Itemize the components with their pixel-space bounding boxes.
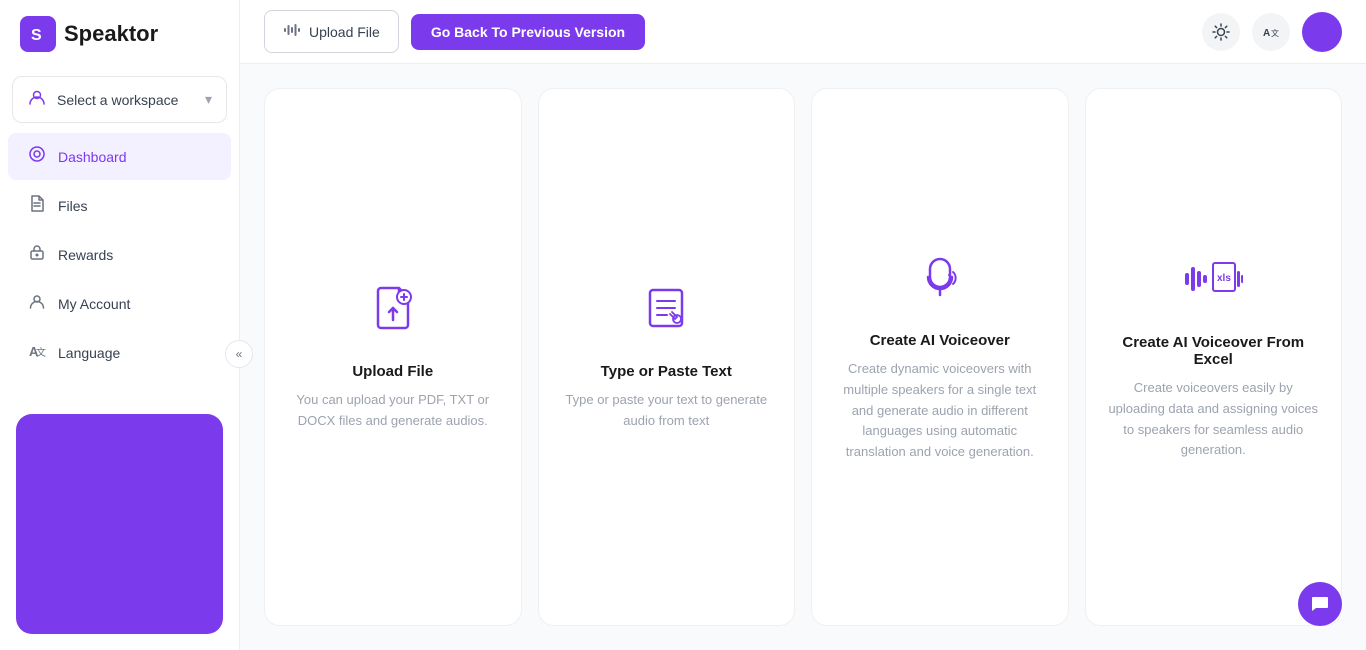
- workspace-chevron: ▾: [205, 91, 212, 108]
- type-paste-card-icon: [640, 282, 692, 343]
- upload-waveform-icon: [283, 21, 301, 42]
- ai-voiceover-card-desc: Create dynamic voiceovers with multiple …: [832, 359, 1048, 463]
- upload-file-card-title: Upload File: [352, 363, 433, 380]
- logo-icon: S: [20, 16, 56, 52]
- translate-icon: A 文: [1262, 23, 1280, 41]
- ai-voiceover-excel-card[interactable]: xls Create AI Voiceover From Excel Creat…: [1085, 88, 1343, 626]
- ai-voiceover-excel-card-title: Create AI Voiceover From Excel: [1106, 334, 1322, 368]
- sidebar-item-files[interactable]: Files: [8, 182, 231, 229]
- logo-area: S Speaktor: [0, 0, 239, 68]
- workspace-icon: [27, 87, 47, 112]
- files-icon: [28, 194, 46, 217]
- svg-text:文: 文: [36, 346, 46, 359]
- dashboard-icon: [28, 145, 46, 168]
- sidebar: S Speaktor Select a workspace ▾ Dashboar…: [0, 0, 240, 650]
- sidebar-item-account[interactable]: My Account: [8, 280, 231, 327]
- sidebar-bottom: [0, 378, 239, 650]
- upload-file-card[interactable]: Upload File You can upload your PDF, TXT…: [264, 88, 522, 626]
- workspace-selector[interactable]: Select a workspace ▾: [12, 76, 227, 123]
- topbar-right: A 文: [1202, 12, 1342, 52]
- sidebar-item-label: My Account: [58, 296, 130, 312]
- svg-text:文: 文: [1271, 28, 1279, 38]
- user-avatar[interactable]: [1302, 12, 1342, 52]
- chat-icon: [1309, 593, 1331, 615]
- sidebar-item-label: Files: [58, 198, 88, 214]
- sidebar-item-dashboard[interactable]: Dashboard: [8, 133, 231, 180]
- upload-file-label: Upload File: [309, 24, 380, 40]
- sidebar-item-label: Language: [58, 345, 120, 361]
- sidebar-item-language[interactable]: A 文 Language: [8, 329, 231, 376]
- cards-area: Upload File You can upload your PDF, TXT…: [240, 64, 1366, 650]
- workspace-label: Select a workspace: [57, 92, 195, 108]
- type-paste-card[interactable]: Type or Paste Text Type or paste your te…: [538, 88, 796, 626]
- go-back-button[interactable]: Go Back To Previous Version: [411, 14, 645, 50]
- sidebar-item-label: Dashboard: [58, 149, 127, 165]
- upload-file-card-icon: [367, 282, 419, 343]
- language-toggle-button[interactable]: A 文: [1252, 13, 1290, 51]
- brand-name: Speaktor: [64, 21, 158, 47]
- ai-voiceover-card-icon: [914, 251, 966, 312]
- promo-card: [16, 414, 223, 634]
- language-icon: A 文: [28, 341, 46, 364]
- sidebar-collapse-button[interactable]: «: [225, 340, 253, 368]
- svg-text:xls: xls: [1217, 273, 1231, 284]
- ai-voiceover-excel-card-icon: xls: [1183, 253, 1243, 314]
- account-icon: [28, 292, 46, 315]
- chat-bubble-button[interactable]: [1298, 582, 1342, 626]
- sun-icon: [1212, 23, 1230, 41]
- sidebar-item-label: Rewards: [58, 247, 113, 263]
- main-content: Upload File Go Back To Previous Version: [240, 0, 1366, 650]
- ai-voiceover-excel-card-desc: Create voiceovers easily by uploading da…: [1106, 378, 1322, 461]
- type-paste-card-title: Type or Paste Text: [601, 363, 732, 380]
- upload-file-card-desc: You can upload your PDF, TXT or DOCX fil…: [285, 390, 501, 432]
- theme-toggle-button[interactable]: [1202, 13, 1240, 51]
- sidebar-nav: Dashboard Files Rewards: [0, 131, 239, 378]
- ai-voiceover-card[interactable]: Create AI Voiceover Create dynamic voice…: [811, 88, 1069, 626]
- ai-voiceover-card-title: Create AI Voiceover: [870, 332, 1010, 349]
- topbar: Upload File Go Back To Previous Version: [240, 0, 1366, 64]
- sidebar-item-rewards[interactable]: Rewards: [8, 231, 231, 278]
- type-paste-card-desc: Type or paste your text to generate audi…: [559, 390, 775, 432]
- svg-text:S: S: [31, 27, 42, 44]
- upload-file-button[interactable]: Upload File: [264, 10, 399, 53]
- rewards-icon: [28, 243, 46, 266]
- svg-text:A: A: [1263, 28, 1270, 39]
- collapse-icon: «: [236, 347, 243, 361]
